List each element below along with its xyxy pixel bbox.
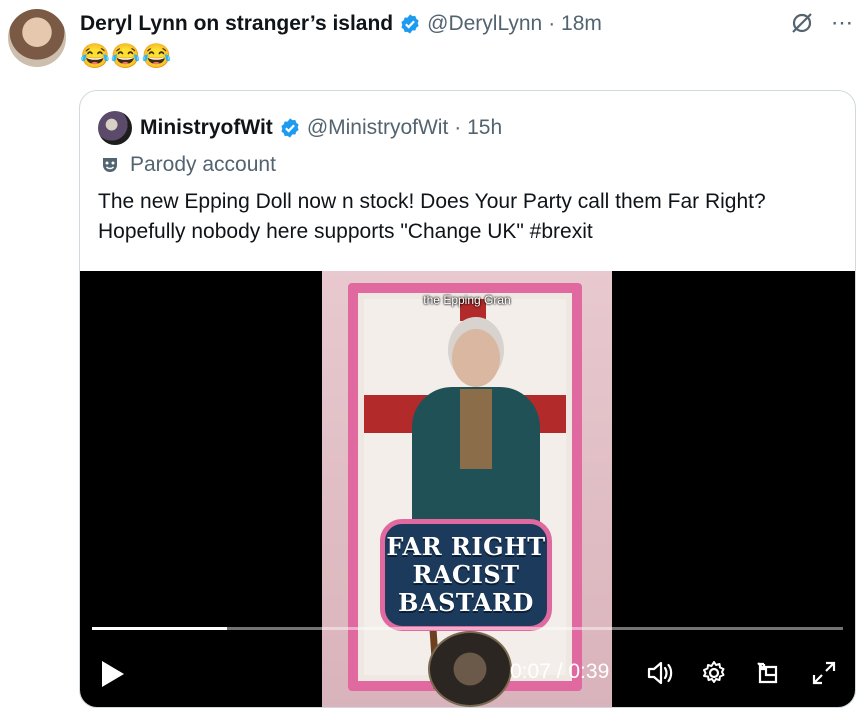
quoted-post-header: MinistryofWit @MinistryofWit · 15h xyxy=(98,111,502,145)
fullscreen-icon[interactable] xyxy=(810,659,838,687)
post-header: Deryl Lynn on stranger’s island @DerylLy… xyxy=(80,10,602,38)
video-caption: the Epping Gran xyxy=(423,293,511,307)
author-handle[interactable]: @DerylLynn xyxy=(427,12,542,36)
post-top-actions: ⋯ xyxy=(789,10,854,36)
plate-line-1: FAR RIGHT xyxy=(386,532,546,561)
more-icon[interactable]: ⋯ xyxy=(831,12,854,34)
quoted-post-timestamp[interactable]: · 15h xyxy=(454,116,502,140)
quoted-author-avatar[interactable] xyxy=(98,111,132,145)
verified-badge-icon xyxy=(401,14,419,34)
parody-label-text: Parody account xyxy=(130,153,276,176)
video-player[interactable]: the Epping Gran FAR RIGHT RACIST BASTARD… xyxy=(80,271,855,707)
post-timestamp[interactable]: · 18m xyxy=(548,12,602,36)
post-text: 😂😂😂 xyxy=(80,43,173,70)
video-progress-fill xyxy=(92,627,228,630)
grok-icon[interactable] xyxy=(789,10,815,36)
author-display-name[interactable]: Deryl Lynn on stranger’s island xyxy=(80,12,393,36)
volume-icon[interactable] xyxy=(646,659,674,687)
parody-label: Parody account xyxy=(100,153,276,177)
play-icon[interactable] xyxy=(100,659,126,689)
quoted-post[interactable]: MinistryofWit @MinistryofWit · 15h Parod… xyxy=(79,90,856,708)
watermark-logo xyxy=(428,631,512,707)
doll-label-plate: FAR RIGHT RACIST BASTARD xyxy=(380,519,552,631)
verified-badge-icon xyxy=(281,118,299,138)
video-progress-bar[interactable] xyxy=(92,627,843,630)
settings-gear-icon[interactable] xyxy=(700,659,728,687)
quoted-author-handle[interactable]: @MinistryofWit xyxy=(307,116,448,140)
quoted-post-text: The new Epping Doll now n stock! Does Yo… xyxy=(98,190,766,243)
video-time: 0:07 / 0:39 xyxy=(510,660,610,683)
picture-in-picture-icon[interactable] xyxy=(754,659,782,687)
author-avatar[interactable] xyxy=(8,9,66,67)
parody-mask-icon xyxy=(103,158,117,172)
plate-line-2: RACIST xyxy=(412,560,520,589)
video-frame: the Epping Gran FAR RIGHT RACIST BASTARD xyxy=(322,271,612,707)
quoted-author-display-name[interactable]: MinistryofWit xyxy=(140,116,273,140)
plate-line-3: BASTARD xyxy=(398,588,534,617)
